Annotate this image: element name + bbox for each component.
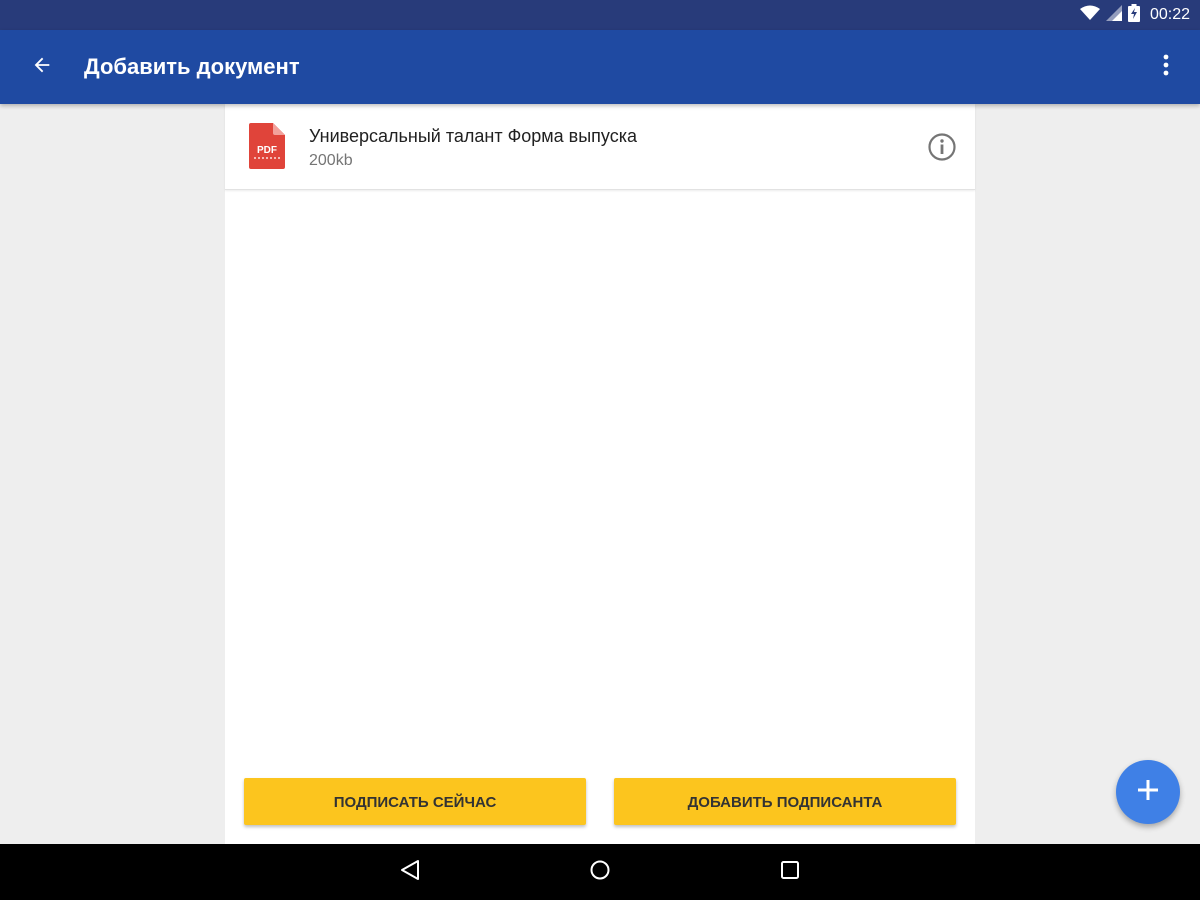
status-time: 00:22 — [1149, 6, 1190, 23]
overflow-menu-button[interactable] — [1150, 47, 1182, 87]
nav-back-button[interactable] — [390, 852, 430, 892]
document-size: 200kb — [309, 152, 353, 169]
status-icons: 00:22 — [1079, 0, 1190, 30]
nav-recents-button[interactable] — [770, 852, 810, 892]
arrow-back-icon — [31, 54, 53, 81]
document-list-item[interactable]: PDF Универсальный талант Форма выпуска 2… — [225, 104, 975, 190]
nav-back-icon — [399, 859, 421, 886]
info-icon[interactable] — [927, 132, 957, 162]
document-title: Универсальный талант Форма выпуска — [309, 126, 637, 146]
pdf-type-label: PDF — [257, 145, 277, 156]
wifi-icon — [1079, 5, 1100, 26]
add-signer-button[interactable]: ДОБАВИТЬ ПОДПИСАНТА — [614, 778, 956, 825]
pdf-file-icon: PDF — [249, 123, 285, 169]
signal-icon — [1105, 4, 1122, 26]
nav-recents-icon — [780, 860, 800, 885]
nav-home-button[interactable] — [580, 852, 620, 892]
page-title: Добавить документ — [84, 54, 300, 79]
back-button[interactable] — [22, 47, 62, 87]
add-fab-button[interactable] — [1116, 760, 1180, 824]
nav-home-icon — [589, 859, 611, 886]
plus-icon — [1137, 779, 1159, 806]
status-bar: 00:22 — [0, 0, 1200, 30]
content-card: PDF Универсальный талант Форма выпуска 2… — [225, 104, 975, 844]
system-nav-bar — [0, 844, 1200, 900]
sign-now-button[interactable]: ПОДПИСАТЬ СЕЙЧАС — [244, 778, 586, 825]
more-vert-icon — [1163, 54, 1169, 81]
battery-charging-icon — [1127, 3, 1140, 27]
app-bar: Добавить документ — [0, 30, 1200, 104]
